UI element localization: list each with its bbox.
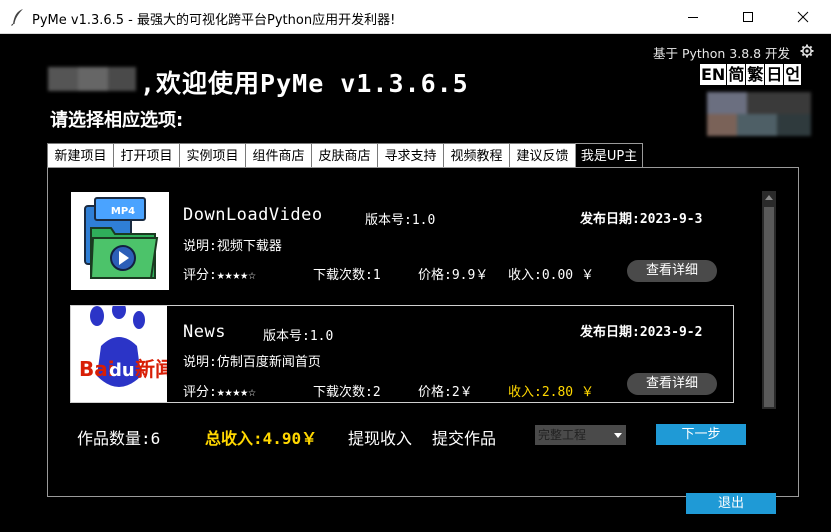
work-name: News <box>183 322 226 342</box>
choose-option-label: 请选择相应选项: <box>50 110 184 131</box>
video-folder-icon: MP4 <box>84 197 159 279</box>
tab-support[interactable]: 寻求支持 <box>377 143 444 168</box>
work-name: DownLoadVideo <box>183 205 323 225</box>
maximize-button[interactable] <box>725 0 771 34</box>
project-type-select[interactable]: 完整工程 <box>535 425 626 445</box>
works-list-scrollbar[interactable] <box>762 191 776 409</box>
work-release-date: 发布日期:2023-9-3 <box>580 212 703 227</box>
view-details-button-news[interactable]: 查看详细 <box>627 373 717 395</box>
work-rating: 评分:★★★★☆ <box>183 385 256 400</box>
main-area: ,欢迎使用PyMe v1.3.6.5 请选择相应选项: 基于 Python 3.… <box>0 34 831 532</box>
lang-zh-hans-button[interactable]: 简 <box>727 64 746 85</box>
baidu-paw-icon: Bai du 新闻 <box>79 306 167 387</box>
chevron-down-icon <box>614 433 622 438</box>
work-price: 价格:2￥ <box>418 385 473 400</box>
work-description: 说明:仿制百度新闻首页 <box>183 355 321 370</box>
close-button[interactable] <box>780 0 826 34</box>
downloadvideo-thumbnail: MP4 <box>71 192 169 290</box>
tab-skin-store[interactable]: 皮肤商店 <box>311 143 378 168</box>
withdraw-income-link[interactable]: 提现收入 <box>348 425 412 449</box>
work-release-date: 发布日期:2023-9-2 <box>580 325 703 340</box>
work-rating: 评分:★★★★☆ <box>183 268 256 283</box>
total-income: 总收入:4.90￥ <box>205 429 318 448</box>
work-income: 收入:2.80 ￥ <box>508 385 594 400</box>
feather-app-icon <box>11 9 23 26</box>
tab-video-tutorials[interactable]: 视频教程 <box>443 143 510 168</box>
news-thumbnail: Bai du 新闻 <box>71 306 167 402</box>
mp4-label: MP4 <box>111 206 135 217</box>
tab-example-projects[interactable]: 实例项目 <box>179 143 246 168</box>
view-details-button-downloadvideo[interactable]: 查看详细 <box>627 260 717 282</box>
window-title: PyMe v1.3.6.5 - 最强大的可视化跨平台Python应用开发利器! <box>32 13 396 28</box>
work-price: 价格:9.9￥ <box>418 268 489 283</box>
maximize-icon <box>743 12 753 22</box>
next-step-button[interactable]: 下一步 <box>656 424 746 445</box>
lang-ko-button[interactable]: 언 <box>784 64 802 85</box>
submit-work-link[interactable]: 提交作品 <box>432 425 496 449</box>
gear-icon[interactable] <box>800 44 814 58</box>
work-description: 说明:视频下载器 <box>183 239 282 254</box>
svg-text:新闻: 新闻 <box>135 357 167 381</box>
exit-button[interactable]: 退出 <box>686 493 776 514</box>
tab-feedback[interactable]: 建议反馈 <box>509 143 576 168</box>
welcome-heading: ,欢迎使用PyMe v1.3.6.5 <box>140 69 469 98</box>
minimize-icon <box>688 17 698 18</box>
lang-zh-hant-button[interactable]: 繁 <box>746 64 765 85</box>
scrollbar-thumb[interactable] <box>764 207 774 407</box>
blurred-avatar <box>707 92 811 136</box>
lang-en-button[interactable]: EN <box>700 64 727 85</box>
svg-text:du: du <box>109 360 135 381</box>
work-download-count: 下载次数:2 <box>313 385 381 400</box>
lang-ja-button[interactable]: 日 <box>765 64 784 85</box>
blurred-username <box>48 67 136 91</box>
work-download-count: 下载次数:1 <box>313 268 381 283</box>
tab-bar: 新建项目 打开项目 实例项目 组件商店 皮肤商店 寻求支持 视频教程 建议反馈 … <box>47 143 643 168</box>
tab-open-project[interactable]: 打开项目 <box>113 143 180 168</box>
work-version: 版本号:1.0 <box>365 213 436 228</box>
close-icon <box>797 11 809 23</box>
tab-new-project[interactable]: 新建项目 <box>47 143 114 168</box>
work-income: 收入:0.00 ￥ <box>508 268 594 283</box>
work-version: 版本号:1.0 <box>263 329 334 344</box>
scroll-up-arrow-icon[interactable] <box>765 195 773 200</box>
tab-component-store[interactable]: 组件商店 <box>245 143 312 168</box>
title-bar: PyMe v1.3.6.5 - 最强大的可视化跨平台Python应用开发利器! <box>0 0 831 34</box>
works-count: 作品数量:6 <box>77 429 161 448</box>
tab-up-creator[interactable]: 我是UP主 <box>575 143 643 168</box>
language-switcher: EN 简 繁 日 언 <box>700 64 802 85</box>
python-version-label: 基于 Python 3.8.8 开发 <box>653 46 791 61</box>
minimize-button[interactable] <box>670 0 716 34</box>
project-type-value: 完整工程 <box>538 428 587 442</box>
